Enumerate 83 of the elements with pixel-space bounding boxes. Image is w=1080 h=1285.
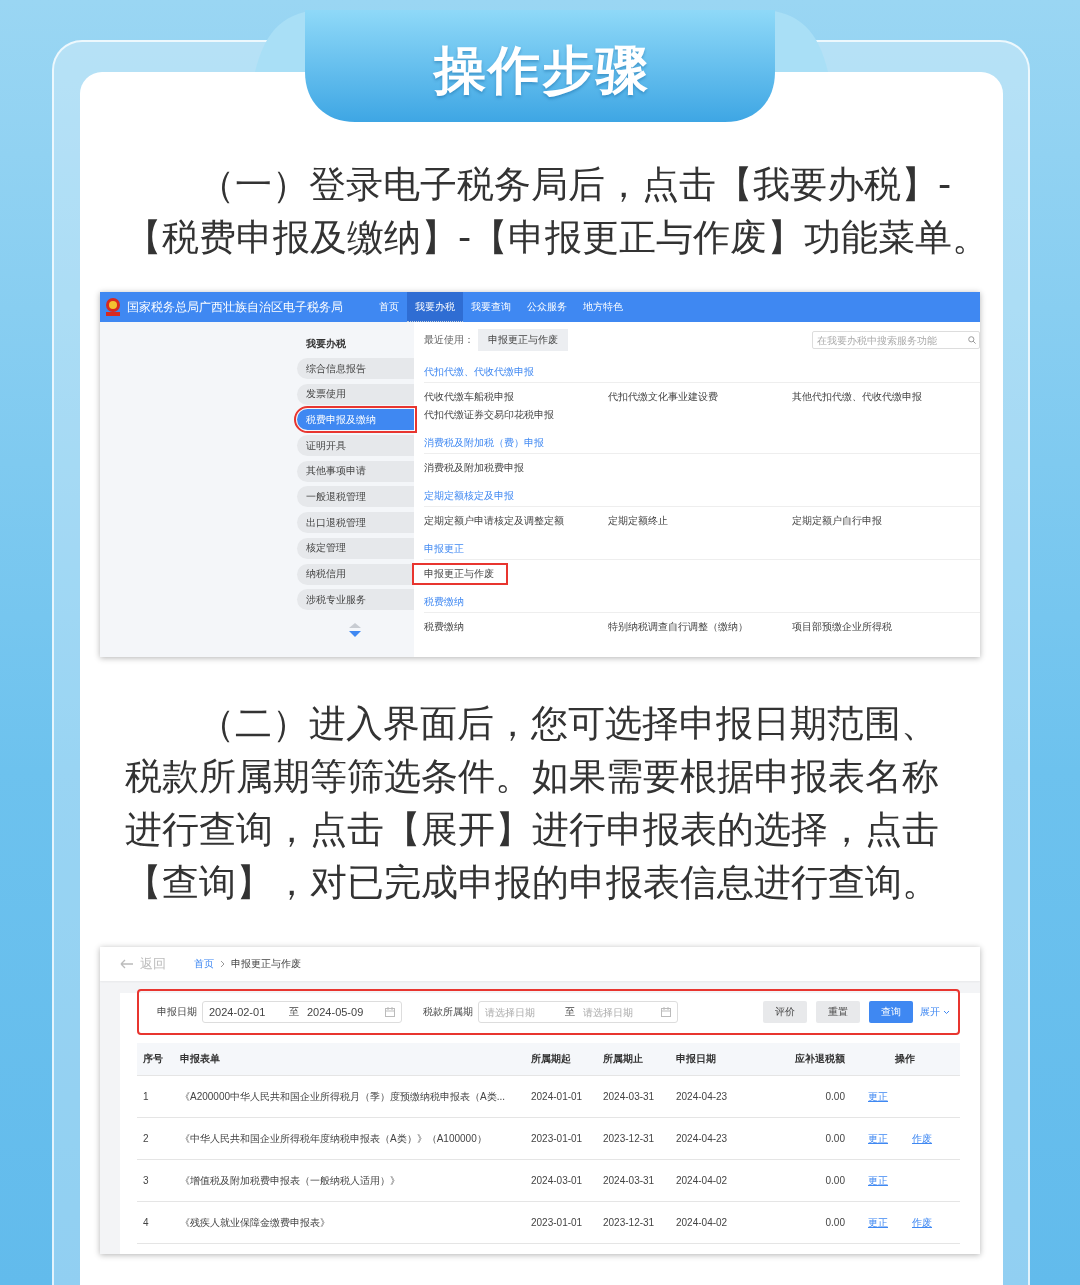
breadcrumb-current: 申报更正与作废	[231, 957, 301, 971]
menu-link[interactable]: 税费缴纳	[424, 618, 464, 636]
table-cell: 2024-04-02	[670, 1202, 760, 1244]
menu-link[interactable]: 代扣代缴文化事业建设费	[608, 388, 718, 406]
sidebar-item[interactable]: 一般退税管理	[297, 486, 414, 508]
expand-link[interactable]: 展开	[920, 1005, 950, 1019]
group-title: 代扣代缴、代收代缴申报	[424, 366, 534, 377]
table-cell: 2024-03-31	[597, 1160, 670, 1202]
table-cell: 3	[137, 1160, 174, 1202]
recent-label: 最近使用：	[424, 333, 474, 347]
action-button[interactable]: 重置	[816, 1001, 860, 1023]
table-cell: 4	[137, 1202, 174, 1244]
column-header: 序号	[137, 1043, 174, 1076]
action-link[interactable]: 作废	[912, 1215, 932, 1230]
action-button[interactable]: 评价	[763, 1001, 807, 1023]
table-cell: 0.00	[760, 1118, 850, 1160]
sidebar-item[interactable]: 其他事项申请	[297, 460, 414, 482]
menu-link[interactable]: 特别纳税调查自行调整（缴纳）	[608, 618, 748, 636]
table-cell: 0.00	[760, 1076, 850, 1118]
search-field[interactable]: 在我要办税中搜索服务功能	[812, 331, 980, 349]
table-cell: 2023-12-31	[597, 1118, 670, 1160]
range-separator: 至	[289, 1005, 299, 1019]
column-header: 应补退税额	[760, 1043, 850, 1076]
sidebar-item[interactable]: 证明开具	[297, 435, 414, 457]
field-label: 申报日期	[157, 1005, 197, 1019]
table-cell: 《中华人民共和国企业所得税年度纳税申报表（A类）》（A100000）	[174, 1118, 525, 1160]
table-cell: 2023-01-01	[525, 1202, 597, 1244]
group-title: 消费税及附加税（费）申报	[424, 437, 544, 448]
table-cell: 《A200000中华人民共和国企业所得税月（季）度预缴纳税申报表（A类...	[174, 1076, 525, 1118]
table-cell: 2023-12-31	[597, 1202, 670, 1244]
banner-title: 操作步骤	[433, 39, 650, 102]
table-cell: 2024-03-31	[597, 1076, 670, 1118]
action-link[interactable]: 作废	[912, 1131, 932, 1146]
sidebar-item[interactable]: 出口退税管理	[297, 512, 414, 534]
sidebar-item[interactable]: 发票使用	[297, 383, 414, 405]
group-title: 定期定额核定及申报	[424, 490, 514, 501]
menu-link[interactable]: 申报更正与作废	[414, 565, 506, 583]
table-cell: 1	[137, 1076, 174, 1118]
table-cell: 《增值税及附加税费申报表（一般纳税人适用）》	[174, 1160, 525, 1202]
menu-link[interactable]: 项目部预缴企业所得税	[792, 618, 892, 636]
range-separator: 至	[565, 1005, 575, 1019]
instruction-text: （二）进入界面后，您可选择申报日期范围、税款所属期等筛选条件。如果需要根据申报表名称进行查询，点击【展开】进行申报表的选择，点击【查询】，对已完成申报的申报表信息进行查询。	[125, 701, 940, 906]
group-title: 税费缴纳	[424, 596, 464, 607]
sidebar-item[interactable]: 核定管理	[297, 537, 414, 559]
menu-link[interactable]: 其他代扣代缴、代收代缴申报	[792, 388, 922, 406]
instruction-text: （一）登录电子税务局后，点击【我要办税】-【税费申报及缴纳】-【申报更正与作废】功能菜单。	[125, 162, 991, 261]
table-cell: 2023-01-01	[525, 1118, 597, 1160]
menu-link[interactable]: 代收代缴车船税申报	[424, 388, 514, 406]
table-cell: 2024-04-02	[670, 1160, 760, 1202]
table-cell: 2	[137, 1118, 174, 1160]
menu-link[interactable]: 定期定额户申请核定及调整定额	[424, 512, 564, 530]
breadcrumb-link[interactable]: 首页	[194, 957, 214, 971]
date-range-field[interactable]: 2024-02-01 至 2024-05-09	[202, 1001, 402, 1023]
nav-tab[interactable]: 我要办税	[407, 292, 463, 322]
table-cell: 0.00	[760, 1160, 850, 1202]
column-header: 操作	[850, 1043, 960, 1076]
date-range-field[interactable]: 请选择日期 至 请选择日期	[478, 1001, 678, 1023]
action-link[interactable]: 更正	[868, 1089, 888, 1104]
column-header: 所属期起	[525, 1043, 597, 1076]
column-header: 申报表单	[174, 1043, 525, 1076]
recent-tag[interactable]: 申报更正与作废	[478, 329, 568, 351]
table-cell: 《残疾人就业保障金缴费申报表》	[174, 1202, 525, 1244]
table-cell: 2024-01-01	[525, 1076, 597, 1118]
menu-link[interactable]: 定期定额终止	[608, 512, 668, 530]
action-link[interactable]: 更正	[868, 1215, 888, 1230]
menu-link[interactable]: 定期定额户自行申报	[792, 512, 882, 530]
site-title: 国家税务总局广西壮族自治区电子税务局	[127, 298, 343, 316]
field-label: 税款所属期	[423, 1005, 473, 1019]
column-header: 申报日期	[670, 1043, 760, 1076]
table-cell: 2024-03-01	[525, 1160, 597, 1202]
table-cell: 0.00	[760, 1202, 850, 1244]
sidebar-item[interactable]: 综合信息报告	[297, 358, 414, 379]
action-link[interactable]: 更正	[868, 1173, 888, 1188]
menu-link[interactable]: 代扣代缴证券交易印花税申报	[424, 406, 554, 424]
column-header: 所属期止	[597, 1043, 670, 1076]
group-title: 申报更正	[424, 543, 464, 554]
table-cell: 2024-04-23	[670, 1118, 760, 1160]
sidebar-item[interactable]: 纳税信用	[297, 563, 414, 585]
menu-link[interactable]: 消费税及附加税费申报	[424, 459, 524, 477]
table-cell: 2024-04-23	[670, 1076, 760, 1118]
action-link[interactable]: 更正	[868, 1131, 888, 1146]
sidebar-heading: 我要办税	[305, 337, 347, 351]
sidebar-item[interactable]: 涉税专业服务	[297, 589, 414, 611]
